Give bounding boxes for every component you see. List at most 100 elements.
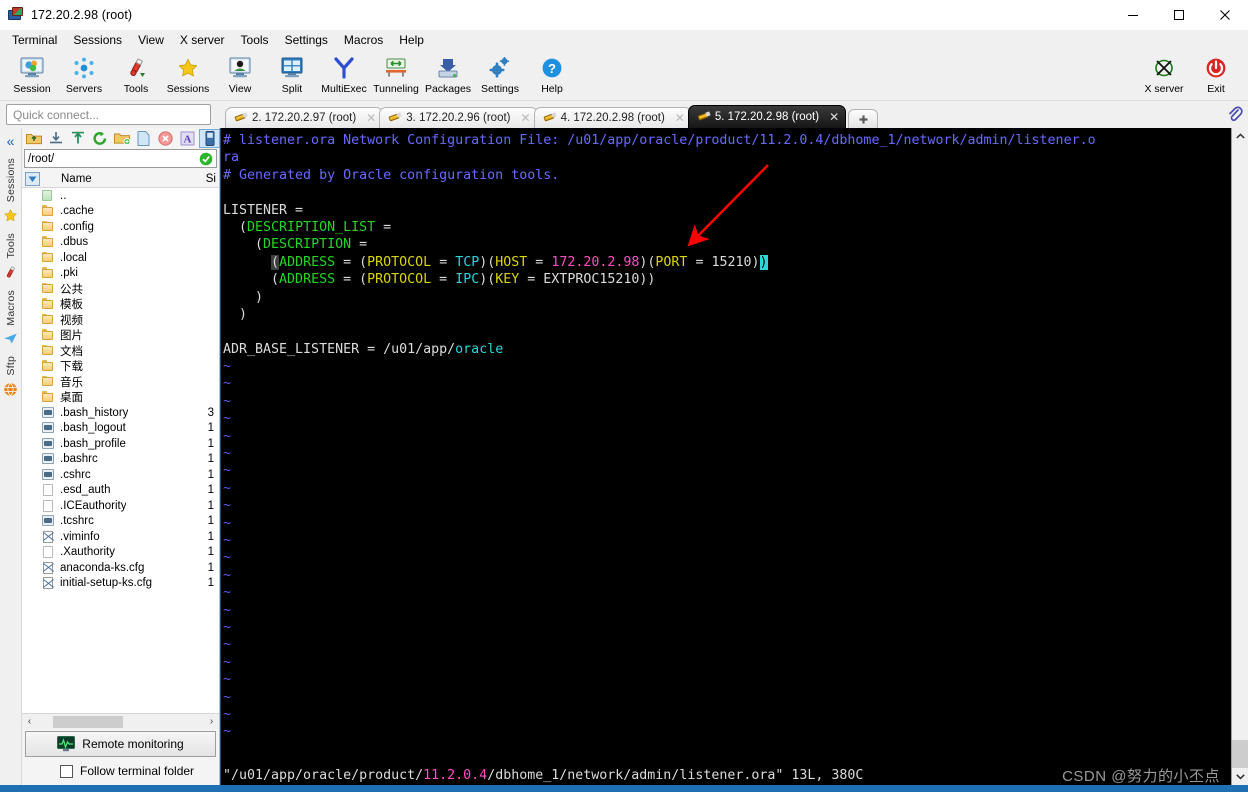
paperclip-icon[interactable] xyxy=(1222,101,1248,128)
hscroll-thumb[interactable] xyxy=(53,715,123,728)
menu-terminal[interactable]: Terminal xyxy=(4,31,65,51)
tab-close-icon[interactable]: ✕ xyxy=(675,112,685,124)
menu-help[interactable]: Help xyxy=(391,31,432,51)
file-row[interactable]: .esd_auth 1 xyxy=(22,483,219,499)
menu-macros[interactable]: Macros xyxy=(336,31,391,51)
tab-close-icon[interactable]: ✕ xyxy=(829,111,839,123)
sftp-file-list[interactable]: .. .cache .config .dbus .local .pki 公共 模板 视频 图片 文档… xyxy=(22,188,219,713)
scroll-left-icon[interactable]: ‹ xyxy=(22,716,37,727)
file-row[interactable]: .pki xyxy=(22,266,219,282)
file-row[interactable]: .tcshrc 1 xyxy=(22,514,219,530)
file-row[interactable]: .dbus xyxy=(22,235,219,251)
hscroll-track[interactable] xyxy=(37,715,204,728)
file-row[interactable]: .bashrc 1 xyxy=(22,452,219,468)
new-tab-button[interactable] xyxy=(848,109,879,128)
toolbar-xserver-button[interactable]: X server xyxy=(1138,53,1190,101)
terminal-span: = xyxy=(527,254,552,270)
terminal-panel[interactable]: # listener.ora Network Configuration Fil… xyxy=(220,128,1248,785)
file-row[interactable]: 视频 xyxy=(22,312,219,328)
vscroll-track[interactable] xyxy=(1231,145,1248,768)
file-row[interactable]: .cshrc 1 xyxy=(22,467,219,483)
binary-mode-icon[interactable] xyxy=(199,128,221,148)
terminal-output[interactable]: # listener.ora Network Configuration Fil… xyxy=(221,128,1248,765)
menu-x-server[interactable]: X server xyxy=(172,31,233,51)
chevron-down-icon[interactable] xyxy=(1231,768,1248,785)
vtab-sftp[interactable]: Sftp xyxy=(2,353,19,399)
terminal-vertical-scrollbar[interactable] xyxy=(1231,128,1248,785)
remote-monitoring-button[interactable]: Remote monitoring xyxy=(25,731,216,757)
vtab-macros[interactable]: Macros xyxy=(2,287,19,350)
toolbar-packages-button[interactable]: Packages xyxy=(422,53,474,101)
close-button[interactable] xyxy=(1202,0,1248,30)
delete-icon[interactable] xyxy=(156,130,175,147)
scroll-right-icon[interactable]: › xyxy=(204,716,219,727)
vscroll-thumb[interactable] xyxy=(1231,740,1248,768)
file-row[interactable]: 桌面 xyxy=(22,390,219,406)
file-row[interactable]: 图片 xyxy=(22,328,219,344)
terminal-span: HOST xyxy=(495,254,528,270)
menu-tools[interactable]: Tools xyxy=(233,31,277,51)
refresh-icon[interactable] xyxy=(91,130,110,147)
tab-172-20-2-96[interactable]: 3. 172.20.2.96 (root) ✕ xyxy=(379,107,538,128)
maximize-button[interactable] xyxy=(1156,0,1202,30)
toolbar-split-button[interactable]: Split xyxy=(266,53,318,101)
minimize-button[interactable] xyxy=(1110,0,1156,30)
new-folder-icon[interactable] xyxy=(113,130,132,147)
sftp-path-bar[interactable]: /root/ xyxy=(24,149,217,168)
sort-desc-icon[interactable] xyxy=(25,171,40,186)
vtab-tools[interactable]: Tools xyxy=(2,230,19,283)
file-row[interactable]: .bash_logout 1 xyxy=(22,421,219,437)
file-row[interactable]: 公共 xyxy=(22,281,219,297)
toolbar-multiexec-button[interactable]: MultiExec xyxy=(318,53,370,101)
terminal-line: ) xyxy=(223,289,1248,306)
toolbar-help-button[interactable]: ? Help xyxy=(526,53,578,101)
upload-icon[interactable] xyxy=(69,130,88,147)
file-name: .cshrc xyxy=(60,468,91,481)
toolbar-sessions-button[interactable]: Sessions xyxy=(162,53,214,101)
file-row[interactable]: .. xyxy=(22,188,219,204)
file-row[interactable]: 模板 xyxy=(22,297,219,313)
follow-terminal-folder-row[interactable]: Follow terminal folder xyxy=(22,757,219,785)
sftp-horizontal-scrollbar[interactable]: ‹ › xyxy=(22,713,219,729)
collapse-left-icon[interactable]: « xyxy=(7,133,15,149)
new-file-icon[interactable] xyxy=(134,130,153,147)
tab-close-icon[interactable]: ✕ xyxy=(521,112,531,124)
tab-172-20-2-98-4[interactable]: 4. 172.20.2.98 (root) ✕ xyxy=(533,107,692,128)
file-row[interactable]: .config xyxy=(22,219,219,235)
file-row[interactable]: 下载 xyxy=(22,359,219,375)
tab-172-20-2-97[interactable]: 2. 172.20.2.97 (root) ✕ xyxy=(225,107,384,128)
toolbar-servers-button[interactable]: Servers xyxy=(58,53,110,101)
toolbar-exit-button[interactable]: Exit xyxy=(1190,53,1242,101)
menu-view[interactable]: View xyxy=(130,31,172,51)
file-row[interactable]: .Xauthority 1 xyxy=(22,545,219,561)
menu-settings[interactable]: Settings xyxy=(277,31,336,51)
file-row[interactable]: initial-setup-ks.cfg 1 xyxy=(22,576,219,592)
download-icon[interactable] xyxy=(47,130,66,147)
text-mode-icon[interactable]: A xyxy=(178,130,197,147)
tab-close-icon[interactable]: ✕ xyxy=(366,112,376,124)
parent-folder-icon[interactable] xyxy=(25,130,44,147)
terminal-span: = xyxy=(431,272,456,288)
file-row[interactable]: .cache xyxy=(22,204,219,220)
file-row[interactable]: 音乐 xyxy=(22,374,219,390)
file-row[interactable]: .local xyxy=(22,250,219,266)
toolbar-session-button[interactable]: Session xyxy=(6,53,58,101)
file-row[interactable]: 文档 xyxy=(22,343,219,359)
toolbar-view-button[interactable]: View xyxy=(214,53,266,101)
menu-sessions[interactable]: Sessions xyxy=(65,31,130,51)
file-row[interactable]: .bash_history 3 xyxy=(22,405,219,421)
file-row[interactable]: .bash_profile 1 xyxy=(22,436,219,452)
toolbar-tools-button[interactable]: Tools xyxy=(110,53,162,101)
follow-terminal-folder-checkbox[interactable] xyxy=(60,764,73,778)
chevron-up-icon[interactable] xyxy=(1231,128,1248,145)
column-header-name[interactable]: Name xyxy=(61,173,92,185)
vtab-sessions[interactable]: Sessions xyxy=(2,155,19,226)
tab-172-20-2-98-5[interactable]: 5. 172.20.2.98 (root) ✕ xyxy=(687,105,847,128)
column-header-size[interactable]: Si xyxy=(206,173,216,185)
toolbar-settings-button[interactable]: Settings xyxy=(474,53,526,101)
file-row[interactable]: anaconda-ks.cfg 1 xyxy=(22,560,219,576)
toolbar-tunneling-button[interactable]: Tunneling xyxy=(370,53,422,101)
file-row[interactable]: .ICEauthority 1 xyxy=(22,498,219,514)
quick-connect-input[interactable]: Quick connect... xyxy=(6,104,211,125)
file-row[interactable]: .viminfo 1 xyxy=(22,529,219,545)
